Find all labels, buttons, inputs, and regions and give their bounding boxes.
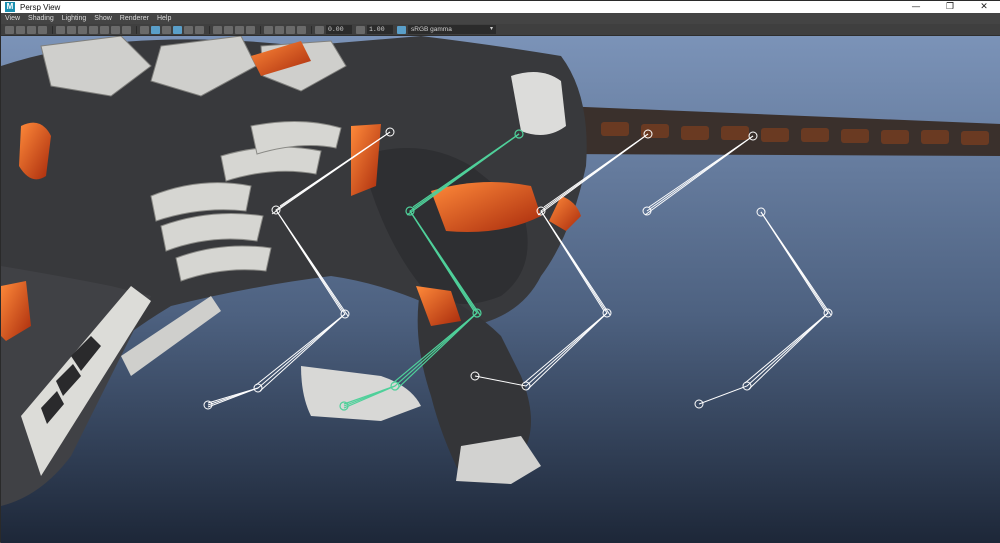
panel-toolbar: 0.00 1.00 sRGB gamma ▾ bbox=[1, 24, 1000, 36]
color-space-dropdown[interactable]: sRGB gamma ▾ bbox=[408, 25, 496, 34]
grid-icon[interactable] bbox=[56, 25, 65, 34]
chevron-down-icon: ▾ bbox=[489, 26, 493, 32]
menu-lighting[interactable]: Lighting bbox=[62, 15, 87, 22]
gamma-field[interactable]: 1.00 bbox=[367, 25, 393, 34]
color-space-value: sRGB gamma bbox=[411, 26, 452, 33]
close-icon: ✕ bbox=[980, 2, 988, 12]
default-material-icon[interactable] bbox=[162, 25, 171, 34]
persp-view-window: M Persp View — ❐ ✕ View Shading Lighting… bbox=[0, 0, 1000, 543]
maximize-button[interactable]: ❐ bbox=[933, 1, 967, 13]
maya-logo-icon: M bbox=[5, 2, 15, 12]
motion-blur-icon[interactable] bbox=[224, 25, 233, 34]
resolution-gate-icon[interactable] bbox=[78, 25, 87, 34]
toolbar-divider bbox=[260, 25, 261, 34]
safe-action-icon[interactable] bbox=[111, 25, 120, 34]
toolbar-divider bbox=[209, 25, 210, 34]
textured-icon[interactable] bbox=[173, 25, 182, 34]
menu-renderer[interactable]: Renderer bbox=[120, 15, 149, 22]
color-management-icon[interactable] bbox=[397, 25, 406, 34]
toolbar-divider bbox=[311, 25, 312, 34]
toolbar-divider bbox=[52, 25, 53, 34]
panel-menu-bar: View Shading Lighting Show Renderer Help bbox=[1, 13, 1000, 24]
depth-of-field-icon[interactable] bbox=[246, 25, 255, 34]
3d-viewport[interactable] bbox=[1, 36, 1000, 543]
menu-show[interactable]: Show bbox=[94, 15, 112, 22]
minimize-icon: — bbox=[911, 2, 921, 12]
close-button[interactable]: ✕ bbox=[967, 1, 1000, 13]
minimize-button[interactable]: — bbox=[899, 1, 933, 13]
toolbar-divider bbox=[136, 25, 137, 34]
window-title: Persp View bbox=[20, 2, 61, 12]
film-gate-icon[interactable] bbox=[67, 25, 76, 34]
menu-help[interactable]: Help bbox=[157, 15, 171, 22]
select-camera-icon[interactable] bbox=[5, 25, 14, 34]
menu-shading[interactable]: Shading bbox=[28, 15, 54, 22]
shadows-icon[interactable] bbox=[195, 25, 204, 34]
safe-title-icon[interactable] bbox=[122, 25, 131, 34]
field-chart-icon[interactable] bbox=[100, 25, 109, 34]
antialiasing-icon[interactable] bbox=[235, 25, 244, 34]
bookmarks-icon[interactable] bbox=[27, 25, 36, 34]
menu-view[interactable]: View bbox=[5, 15, 20, 22]
isolate-select-icon[interactable] bbox=[264, 25, 273, 34]
gate-mask-icon[interactable] bbox=[89, 25, 98, 34]
use-lights-icon[interactable] bbox=[184, 25, 193, 34]
lock-camera-icon[interactable] bbox=[16, 25, 25, 34]
smooth-shade-icon[interactable] bbox=[151, 25, 160, 34]
viewport-canvas[interactable] bbox=[1, 36, 1000, 543]
xray-joints-icon[interactable] bbox=[286, 25, 295, 34]
image-plane-icon[interactable] bbox=[38, 25, 47, 34]
title-bar[interactable]: M Persp View — ❐ ✕ bbox=[1, 1, 1000, 13]
gamma-icon[interactable] bbox=[356, 25, 365, 34]
wireframe-icon[interactable] bbox=[140, 25, 149, 34]
xray-components-icon[interactable] bbox=[297, 25, 306, 34]
maximize-icon: ❐ bbox=[945, 2, 955, 12]
exposure-icon[interactable] bbox=[315, 25, 324, 34]
ambient-occlusion-icon[interactable] bbox=[213, 25, 222, 34]
exposure-field[interactable]: 0.00 bbox=[326, 25, 352, 34]
xray-icon[interactable] bbox=[275, 25, 284, 34]
